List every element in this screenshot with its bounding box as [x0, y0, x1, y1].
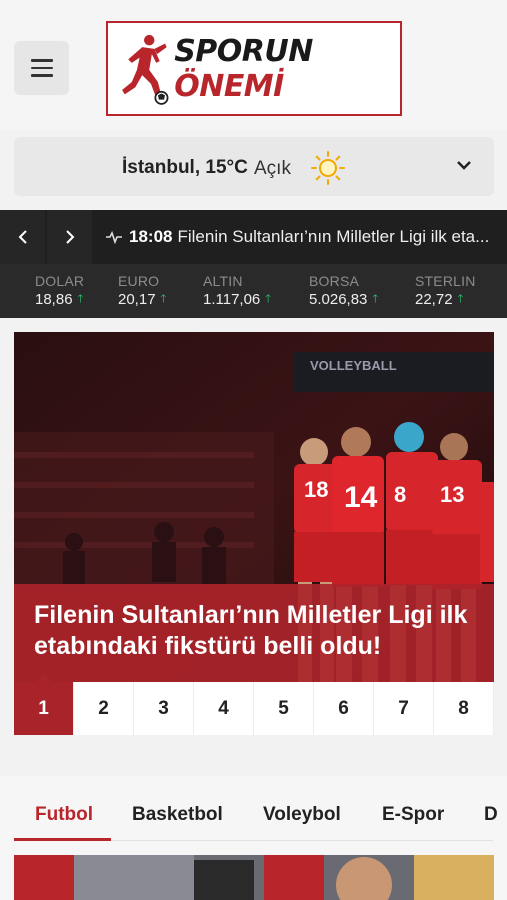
market-altin[interactable]: ALTIN 1.117,06 🡑 — [203, 273, 271, 309]
tab-futbol[interactable]: Futbol — [35, 804, 93, 842]
slider-page-6[interactable]: 6 — [314, 682, 374, 735]
market-name: ALTIN — [203, 273, 243, 289]
menu-icon-line — [30, 74, 53, 77]
page: SPORUN ÖNEMİ İstanbul, 15°C Açık 18:08 F… — [0, 0, 507, 900]
up-arrow-icon: 🡑 — [160, 293, 167, 305]
slider-page-5[interactable]: 5 — [254, 682, 314, 735]
slider-page-3[interactable]: 3 — [134, 682, 194, 735]
market-value: 1.117,06 — [203, 291, 261, 308]
hamburger-menu-button[interactable] — [14, 41, 69, 95]
market-value: 5.026,83 — [309, 291, 368, 308]
weather-city-temp: İstanbul, 15°C — [122, 157, 248, 178]
slider-page-7[interactable]: 7 — [374, 682, 434, 735]
up-arrow-icon: 🡑 — [372, 293, 379, 305]
slider-page-2[interactable]: 2 — [74, 682, 134, 735]
market-euro[interactable]: EURO 20,17 🡑 — [118, 273, 166, 309]
slider-page-4[interactable]: 4 — [194, 682, 254, 735]
tab-basketbol[interactable]: Basketbol — [132, 804, 223, 842]
chevron-left-icon — [18, 230, 27, 244]
market-name: STERLIN — [415, 273, 476, 289]
ticker-news-item[interactable]: 18:08 Filenin Sultanları’nın Milletler L… — [105, 227, 500, 247]
logo-word-1: SPORUN — [174, 33, 313, 69]
chevron-right-icon — [65, 230, 74, 244]
slider-pagination: 1 2 3 4 5 6 7 8 — [14, 673, 494, 735]
chevron-down-icon[interactable] — [456, 159, 472, 171]
market-name: EURO — [118, 273, 160, 289]
headline-caption[interactable]: Filenin Sultanları’nın Milletler Ligi il… — [14, 584, 494, 682]
svg-text:13: 13 — [440, 482, 464, 507]
news-ticker: 18:08 Filenin Sultanları’nın Milletler L… — [0, 210, 507, 264]
market-borsa[interactable]: BORSA 5.026,83 🡑 — [309, 273, 378, 309]
market-dolar[interactable]: DOLAR 18,86 🡑 — [35, 273, 84, 309]
ticker-prev-button[interactable] — [0, 210, 45, 264]
market-name: DOLAR — [35, 273, 85, 289]
site-logo[interactable]: SPORUN ÖNEMİ — [106, 21, 402, 116]
ticker-time: 18:08 — [129, 227, 173, 246]
menu-icon-line — [30, 59, 53, 62]
weather-condition: Açık — [254, 158, 291, 179]
market-bar: DOLAR 18,86 🡑 EURO 20,17 🡑 ALTIN 1.117,06 🡑… — [0, 264, 507, 318]
up-arrow-icon: 🡑 — [457, 293, 464, 305]
up-arrow-icon: 🡑 — [77, 293, 84, 305]
svg-text:8: 8 — [394, 482, 406, 507]
svg-text:14: 14 — [344, 481, 378, 514]
market-sterlin[interactable]: STERLIN 22,72 🡑 — [415, 273, 476, 309]
market-value: 18,86 — [35, 291, 73, 308]
tab-e-spor[interactable]: E-Spor — [382, 804, 444, 842]
ticker-next-button[interactable] — [47, 210, 92, 264]
runner-icon — [122, 34, 169, 105]
tab-voleybol[interactable]: Voleybol — [263, 804, 341, 842]
logo-text: SPORUN ÖNEMİ — [174, 34, 400, 104]
site-header: SPORUN ÖNEMİ — [0, 0, 507, 130]
market-value: 20,17 — [118, 291, 156, 308]
photo-banner-text: VOLLEYBALL — [310, 358, 397, 373]
sun-icon — [311, 151, 345, 185]
menu-icon-line — [30, 66, 53, 70]
slider-page-1[interactable]: 1 — [14, 673, 74, 735]
ticker-headline: Filenin Sultanları’nın Milletler Ligi il… — [177, 227, 490, 246]
market-value: 22,72 — [415, 291, 453, 308]
tab-more[interactable]: D — [484, 804, 498, 842]
weather-widget[interactable]: İstanbul, 15°C Açık — [14, 137, 494, 196]
slider-page-8[interactable]: 8 — [434, 682, 494, 735]
pulse-icon — [106, 230, 122, 244]
article-thumbnail[interactable] — [14, 855, 494, 900]
logo-word-2: ÖNEMİ — [174, 68, 284, 104]
active-tab-indicator — [14, 838, 111, 841]
up-arrow-icon: 🡑 — [265, 293, 272, 305]
market-name: BORSA — [309, 273, 360, 289]
headline-title: Filenin Sultanları’nın Milletler Ligi il… — [34, 601, 468, 660]
svg-text:18: 18 — [304, 477, 328, 502]
